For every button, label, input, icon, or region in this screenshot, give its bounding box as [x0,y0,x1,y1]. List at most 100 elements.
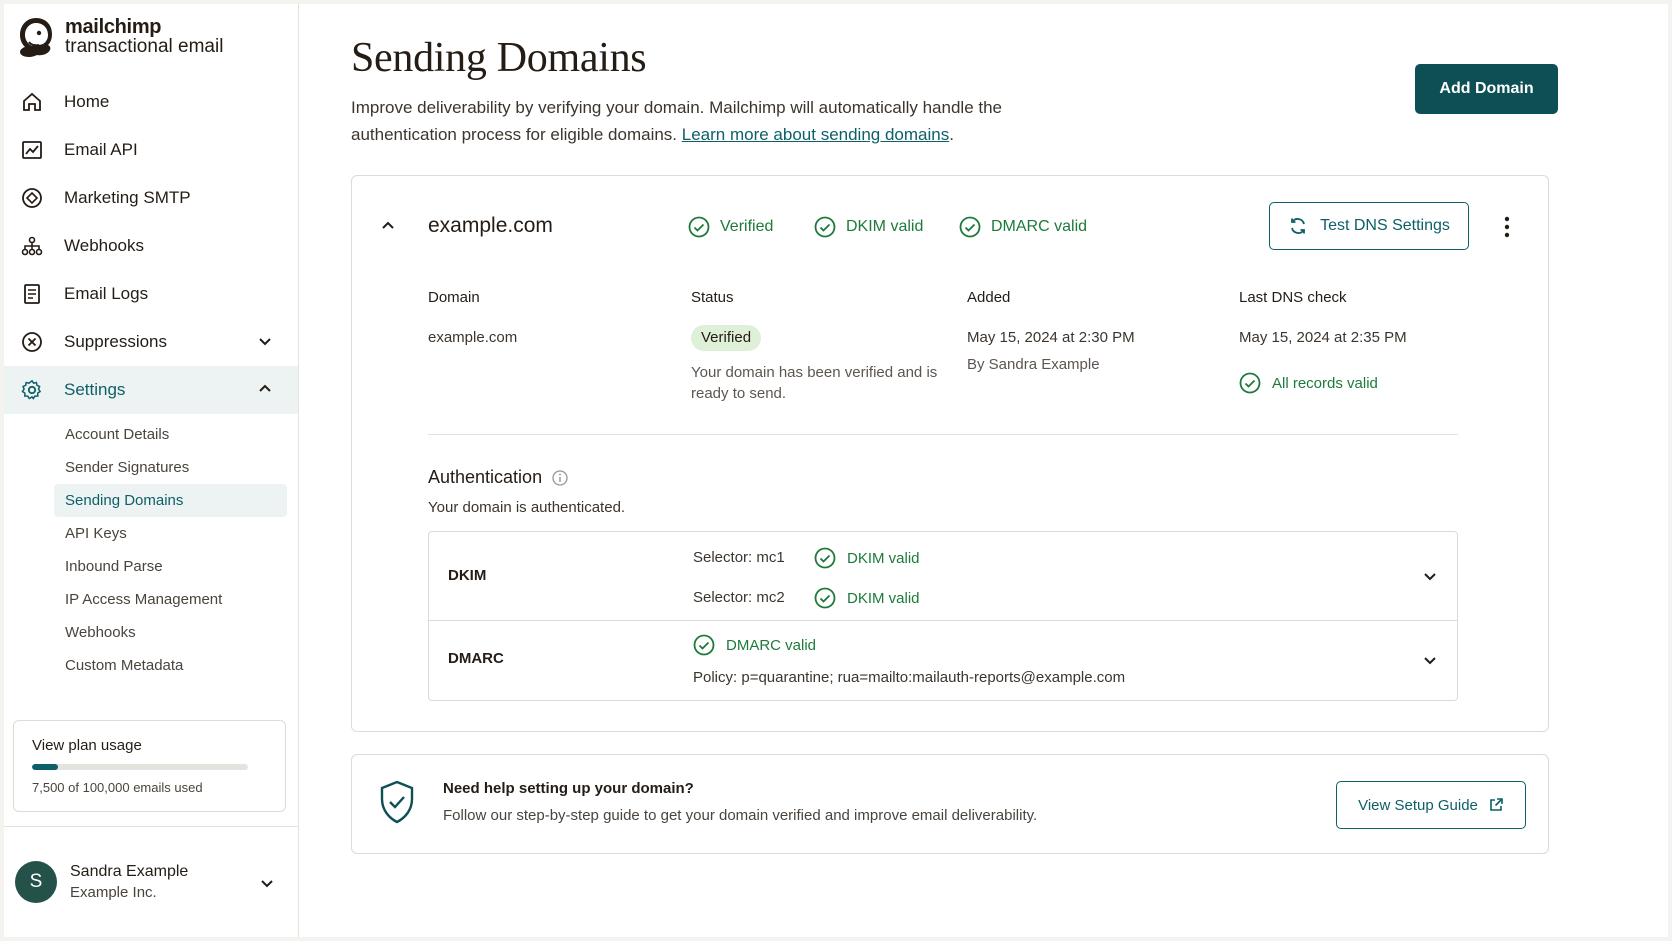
document-icon [20,282,44,306]
status-badge: Verified [691,325,762,351]
avatar: S [15,860,57,903]
check-circle-icon [1239,372,1261,394]
help-subtitle: Follow our step-by-step guide to get you… [443,807,1038,824]
added-column-label: Added [967,289,1011,306]
subnav-item-inbound-parse[interactable]: Inbound Parse [54,550,287,583]
domain-name: example.com [428,214,553,237]
dkim-row[interactable]: DKIM Selector: mc1 DKIM valid Selector: … [429,532,1457,621]
domain-column-label: Domain [428,289,480,306]
view-setup-guide-button[interactable]: View Setup Guide [1336,781,1526,829]
subnav-item-api-keys[interactable]: API Keys [54,517,287,550]
nav-label: Home [64,92,110,111]
dkim-row-label: DKIM [448,567,487,584]
external-link-icon [1490,798,1503,811]
records-status: All records valid [1239,372,1378,394]
chevron-up-icon[interactable] [256,380,274,398]
chevron-down-icon[interactable] [1421,567,1439,585]
sidebar: mailchimp transactional email Home Email… [4,4,299,937]
dkim-selector-1: Selector: mc1 [693,549,785,566]
subnav-item-account-details[interactable]: Account Details [54,418,287,451]
dkim-selector-1-status-label: DKIM valid [847,549,920,567]
added-by: By Sandra Example [967,356,1100,373]
webhooks-icon [20,234,44,258]
dmarc-policy: Policy: p=quarantine; rua=mailto:mailaut… [693,669,1126,686]
nav-item-marketing-smtp[interactable]: Marketing SMTP [4,174,298,222]
test-dns-settings-button[interactable]: Test DNS Settings [1269,202,1469,250]
plan-usage-card[interactable]: View plan usage 7,500 of 100,000 emails … [13,720,286,812]
records-status-label: All records valid [1272,374,1378,392]
brand-subtitle: transactional email [65,36,224,57]
nav-label: Marketing SMTP [64,188,191,207]
nav-item-email-api[interactable]: Email API [4,126,298,174]
verified-status: Verified [688,216,773,238]
dmarc-status: DMARC valid [959,216,1087,238]
dmarc-label: DMARC valid [991,218,1088,235]
view-setup-guide-label: View Setup Guide [1358,796,1478,814]
status-description: Your domain has been verified and is rea… [691,364,938,402]
chevron-down-icon[interactable] [258,874,276,892]
more-options-icon[interactable] [1497,214,1517,240]
plan-usage-fill [32,764,58,770]
main-content: Sending Domains Improve deliverability b… [299,4,1668,937]
chevron-up-icon[interactable] [378,216,398,236]
chevron-down-icon[interactable] [1421,651,1439,669]
info-icon[interactable] [552,469,568,486]
check-circle-icon [814,216,836,238]
domain-card: example.com Verified DKIM valid DMARC va… [351,175,1549,732]
subnav-item-custom-metadata[interactable]: Custom Metadata [54,649,287,682]
check-circle-icon [688,216,710,238]
gear-icon [20,378,44,402]
nav-item-email-logs[interactable]: Email Logs [4,270,298,318]
mailchimp-logo-icon [20,18,52,57]
user-org: Example Inc. [70,883,157,901]
nav-item-webhooks[interactable]: Webhooks [4,222,298,270]
dmarc-row-status-label: DMARC valid [726,636,817,654]
user-menu[interactable]: S Sandra Example Example Inc. [4,826,298,936]
nav-label: Email API [64,140,138,159]
nav-item-home[interactable]: Home [4,78,298,126]
domain-value: example.com [428,329,518,346]
subnav-item-webhooks[interactable]: Webhooks [54,616,287,649]
shield-check-icon [380,780,414,824]
home-icon [20,90,44,114]
subnav-item-sending-domains[interactable]: Sending Domains [54,484,287,517]
chevron-down-icon[interactable] [256,332,274,350]
dkim-selector-1-status: DKIM valid [814,547,920,569]
diamond-icon [20,186,44,210]
subnav-item-sender-signatures[interactable]: Sender Signatures [54,451,287,484]
page-intro: Improve deliverability by verifying your… [351,98,1003,144]
plan-usage-bar [32,764,248,770]
divider [428,434,1458,435]
last-check-column-label: Last DNS check [1239,289,1347,306]
check-circle-icon [814,587,836,609]
domain-card-header: example.com Verified DKIM valid DMARC va… [352,202,1548,252]
nav-item-settings[interactable]: Settings [4,366,298,414]
nav-label: Webhooks [64,236,145,255]
add-domain-button[interactable]: Add Domain [1415,64,1558,114]
last-check-date: May 15, 2024 at 2:35 PM [1239,329,1407,346]
dkim-label: DKIM valid [846,218,924,235]
brand[interactable]: mailchimp transactional email [4,4,298,70]
page-title: Sending Domains [351,35,647,81]
nav-label: Email Logs [64,284,149,303]
authentication-subtitle: Your domain is authenticated. [428,499,626,516]
nav-item-suppressions[interactable]: Suppressions [4,318,298,366]
learn-more-link[interactable]: Learn more about sending domains [682,125,949,144]
block-icon [20,330,44,354]
dmarc-row[interactable]: DMARC DMARC valid Policy: p=quarantine; … [429,620,1457,701]
setup-help-card: Need help setting up your domain? Follow… [351,754,1549,854]
refresh-icon [1291,218,1305,234]
dkim-status: DKIM valid [814,216,923,238]
nav-label: Suppressions [64,332,168,351]
plan-usage-text: 7,500 of 100,000 emails used [32,780,203,795]
check-circle-icon [693,634,715,656]
help-title: Need help setting up your domain? [443,780,694,797]
settings-subnav: Account Details Sender Signatures Sendin… [4,414,298,682]
dkim-selector-2: Selector: mc2 [693,589,785,606]
authentication-heading: Authentication [428,467,568,488]
plan-usage-title: View plan usage [32,737,142,754]
authentication-title: Authentication [428,467,543,487]
dkim-selector-2-status-label: DKIM valid [847,589,920,607]
subnav-item-ip-access-management[interactable]: IP Access Management [54,583,287,616]
verified-label: Verified [720,218,774,235]
